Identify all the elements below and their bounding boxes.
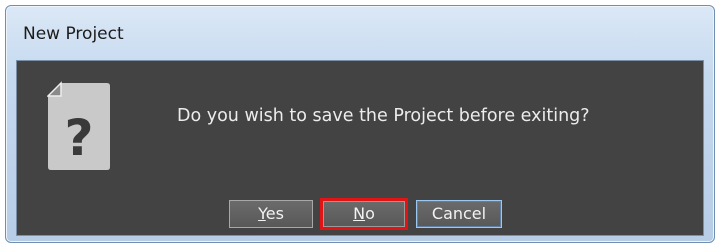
- dialog-title: New Project: [23, 24, 124, 44]
- cancel-label: Cancel: [431, 204, 487, 223]
- yes-button[interactable]: Yes: [229, 200, 313, 228]
- yes-mnemonic: Y: [258, 204, 266, 223]
- save-project-dialog: New Project ? Do you wish to save the Pr…: [5, 5, 715, 243]
- yes-label-rest: es: [265, 204, 284, 223]
- no-mnemonic: N: [353, 204, 366, 223]
- svg-text:?: ?: [64, 109, 93, 167]
- no-button[interactable]: No: [320, 198, 408, 230]
- dialog-message: Do you wish to save the Project before e…: [177, 106, 590, 126]
- cancel-button[interactable]: Cancel: [416, 200, 502, 228]
- question-mark-document-icon: ?: [47, 81, 110, 170]
- dialog-body: ? Do you wish to save the Project before…: [16, 60, 704, 236]
- title-bar: New Project: [6, 6, 714, 59]
- no-label-rest: o: [365, 204, 375, 223]
